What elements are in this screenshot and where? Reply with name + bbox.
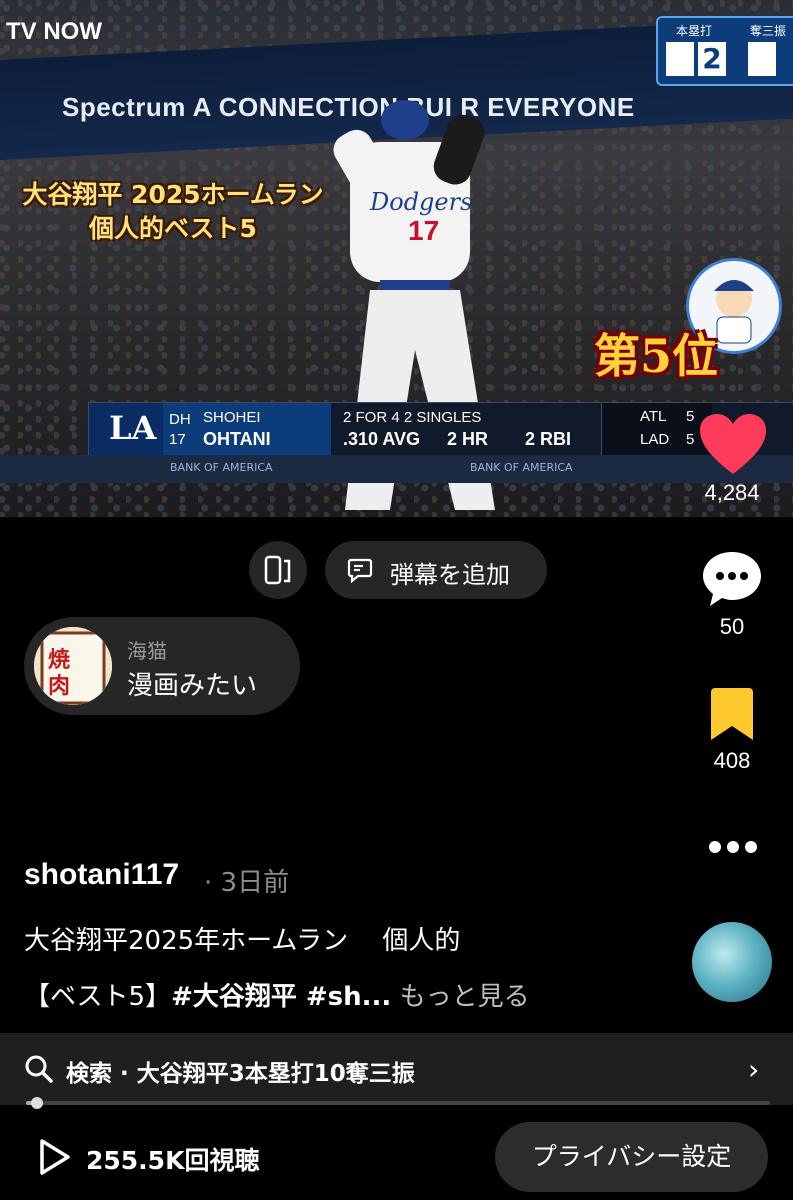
video-overlay-title: 大谷翔平 2025ホームラン 個人的ベスト5 (18, 178, 328, 246)
team-logo-la: LA (109, 409, 157, 447)
so-box-blank (748, 42, 776, 76)
add-danmaku-label: 弾幕を追加 (390, 561, 510, 589)
ad-strip: BANK OF AMERICA BANK OF AMERICA (0, 455, 793, 483)
tv-watermark: TV NOW (6, 18, 102, 45)
play-icon (40, 1139, 70, 1175)
rank-badge: 第5位 (594, 329, 719, 383)
description-line2: 【ベスト5】#大谷翔平 #sh... もっと見る (24, 976, 530, 1013)
comment-count-box: 50 (692, 614, 772, 640)
home-score: 5 (686, 431, 695, 448)
related-search-bar[interactable]: 検索 · 大谷翔平3本塁打10奪三振 › (0, 1033, 793, 1105)
stat-rbi: 2 RBI (525, 429, 572, 449)
danmaku-icon (347, 558, 373, 583)
search-icon (25, 1055, 53, 1083)
ad-text-repeat: BANK OF AMERICA (470, 461, 573, 474)
stat-avg: .310 AVG (343, 429, 421, 449)
hr-label: 本塁打 (676, 24, 713, 38)
like-heart-icon[interactable] (700, 414, 766, 476)
commenter-name: 海猫 (127, 639, 167, 663)
bookmark-icon[interactable] (711, 688, 753, 740)
jersey-number: 17 (408, 215, 439, 246)
so-label: 奪三振 (750, 24, 787, 38)
description-prefix: 【ベスト5】 (24, 982, 172, 1012)
team-logo-box: LA (89, 403, 163, 455)
video-progress-bar[interactable] (26, 1097, 770, 1109)
commenter-avatar[interactable]: 焼 肉 (34, 627, 112, 705)
progress-handle[interactable] (31, 1097, 44, 1109)
screen-rotate-icon (264, 555, 291, 585)
jersey-team-name: Dodgers (369, 188, 472, 216)
save-count-box: 408 (692, 748, 772, 774)
add-danmaku-button[interactable]: 弾幕を追加 (325, 541, 547, 599)
like-count: 4,284 (704, 480, 760, 505)
game-score: ATL 5 LAD 5 (601, 403, 712, 455)
hr-box-blank (666, 42, 694, 76)
view-count-text: 255.5K回視聴 (86, 1146, 260, 1175)
view-count: 255.5K回視聴 (38, 1138, 259, 1180)
svg-text:焼: 焼 (48, 647, 70, 673)
stat-hr: 2 HR (447, 429, 489, 449)
top-score-panel: 本塁打 奪三振 2 (656, 16, 793, 86)
hr-value: 2 (698, 42, 726, 76)
last-name: OHTANI (203, 429, 271, 449)
away-score: 5 (686, 408, 695, 425)
music-disc-avatar[interactable] (692, 922, 772, 1002)
see-more-link[interactable]: もっと見る (391, 982, 530, 1012)
first-name: SHOHEI (203, 409, 261, 426)
hashtags[interactable]: #大谷翔平 #sh... (171, 982, 391, 1012)
overlay-title-line2: 個人的ベスト5 (89, 214, 257, 243)
more-dots-icon[interactable] (708, 840, 758, 854)
position: DH (169, 411, 191, 428)
like-count-box: 4,284 (692, 480, 772, 506)
player-number: 17 (169, 431, 186, 448)
comment-bubble-icon[interactable] (701, 550, 763, 608)
player-box: DH 17 SHOHEI OHTANI (163, 403, 331, 455)
search-suggestion-text: 検索 · 大谷翔平3本塁打10奪三振 (66, 1061, 415, 1087)
video-player[interactable]: Spectrum A CONNECTION BUI R EVERYONE TV … (0, 0, 793, 517)
stat-line1: 2 FOR 4 2 SINGLES (343, 409, 482, 426)
description-line1: 大谷翔平2025年ホームラン 個人的 (24, 926, 461, 956)
post-time: · 3日前 (204, 868, 290, 898)
screen-rotate-button[interactable] (249, 541, 307, 599)
score-bug: LA DH 17 SHOHEI OHTANI 2 FOR 4 2 SINGLES… (88, 402, 793, 456)
privacy-settings-button[interactable]: プライバシー設定 (495, 1122, 768, 1192)
comment-count: 50 (719, 614, 745, 639)
save-count: 408 (713, 748, 751, 773)
away-team: ATL (640, 408, 667, 425)
home-team: LAD (640, 431, 670, 448)
overlay-title-line1: 大谷翔平 2025ホームラン (22, 180, 324, 209)
author-name[interactable]: shotani117 (24, 858, 179, 892)
yakiniku-sign-icon: 焼 肉 (34, 627, 112, 705)
svg-text:肉: 肉 (48, 674, 70, 699)
comment-text: 漫画みたい (127, 671, 258, 701)
top-comment-bubble[interactable]: 焼 肉 海猫 漫画みたい (24, 617, 300, 715)
chevron-right-icon: › (748, 1053, 760, 1086)
ad-text: BANK OF AMERICA (170, 461, 273, 474)
